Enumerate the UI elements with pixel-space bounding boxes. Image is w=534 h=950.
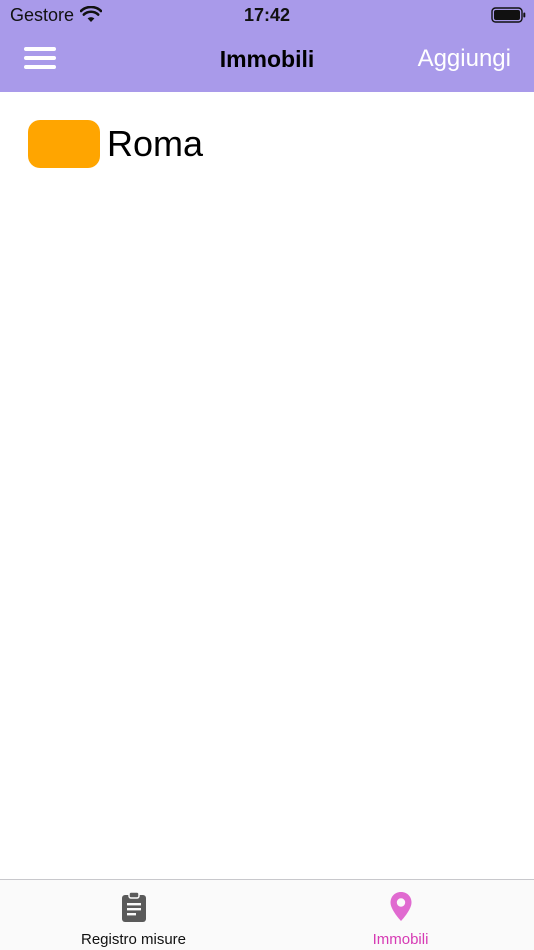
tab-bar: Registro misure Immobili [0,879,534,950]
status-bar: Gestore 17:42 [0,0,534,30]
nav-bar: Immobili Aggiungi [0,30,534,92]
screen: Gestore 17:42 Immobili Aggiungi Roma Reg… [0,0,534,950]
property-list: Roma [0,92,534,879]
color-swatch [28,120,100,168]
clipboard-icon [121,891,146,922]
battery-icon [491,7,526,23]
list-item-label: Roma [107,123,204,164]
header: Gestore 17:42 Immobili Aggiungi [0,0,534,92]
add-button[interactable]: Aggiungi [418,45,511,73]
tab-label: Registro misure [80,931,187,948]
list-item[interactable]: Roma [28,119,203,169]
status-time: 17:42 [243,5,291,25]
tab-registro-misure[interactable]: Registro misure [0,880,267,950]
map-pin-icon [390,892,411,921]
tab-immobili[interactable]: Immobili [267,880,534,950]
tab-label: Immobili [372,931,429,948]
